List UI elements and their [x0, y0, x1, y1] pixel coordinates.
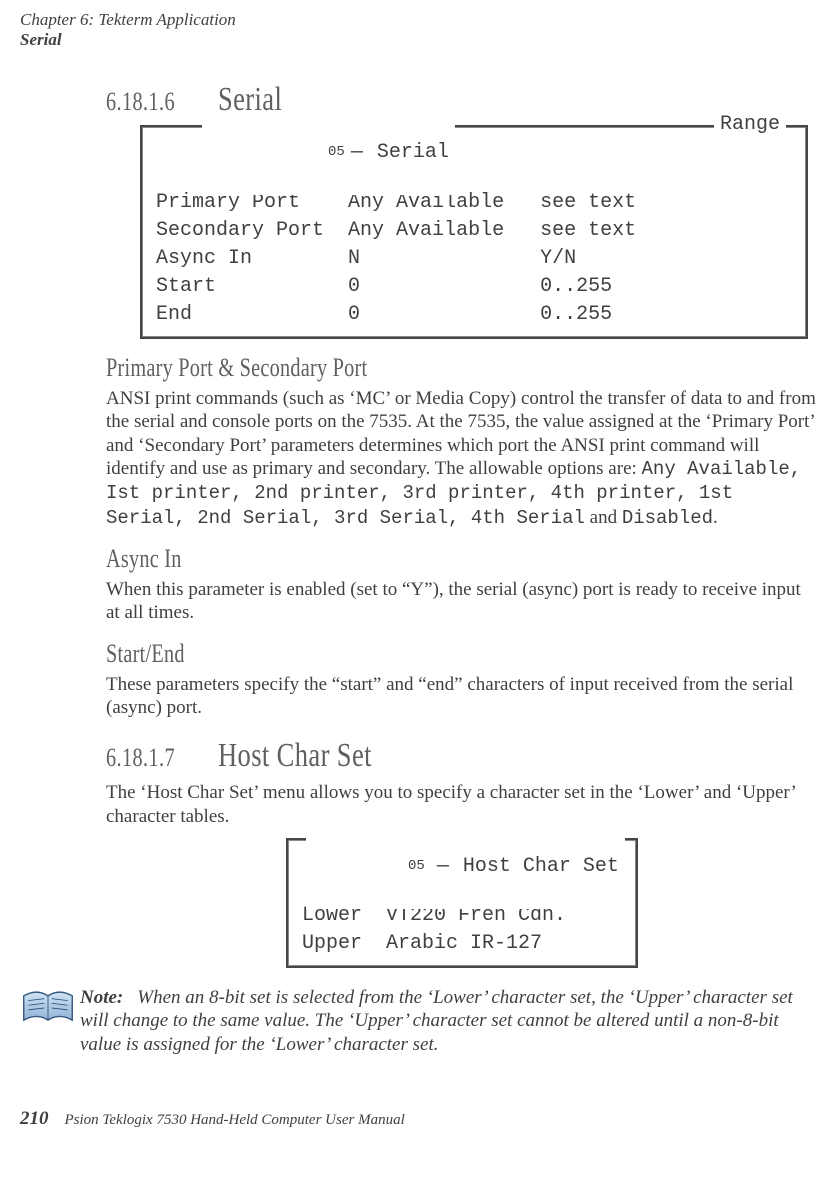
serial-row-1: Secondary Port Any Available see text	[156, 219, 636, 242]
note-row: Note:When an 8-bit set is selected from …	[20, 986, 818, 1056]
serial-box-legend: 05— Serial Range	[142, 111, 806, 195]
book-icon	[20, 988, 80, 1033]
serial-row-3: Start 0 0..255	[156, 275, 612, 298]
serial-row-2: Async In N Y/N	[156, 247, 576, 270]
note-label: Note:	[80, 987, 123, 1008]
host-char-para: The ‘Host Char Set’ menu allows you to s…	[106, 781, 818, 828]
async-in-heading: Async In	[106, 544, 818, 574]
serial-settings-box: 05— Serial Range Primary Port Any Availa…	[140, 125, 808, 339]
primary-secondary-para: ANSI print commands (such as ‘MC’ or Med…	[106, 387, 818, 530]
legend-label: Serial	[377, 141, 449, 164]
serial-line: Serial	[20, 30, 818, 50]
host-char-box: 05 — Host Char Set Lower VT220 Fren Cdn.…	[286, 838, 638, 968]
start-end-heading: Start/End	[106, 639, 818, 669]
running-header: Chapter 6: Tekterm Application Serial	[20, 10, 818, 51]
section-num-2: 6.18.1.7	[106, 743, 175, 773]
legend-num: 05	[328, 144, 345, 160]
async-in-para: When this parameter is enabled (set to “…	[106, 578, 818, 625]
legend-range: Range	[714, 111, 786, 195]
page-footer: 210 Psion Teklogix 7530 Hand-Held Comput…	[20, 1108, 818, 1130]
section-6-18-1-7-title: 6.18.1.7 Host Char Set	[106, 737, 818, 775]
manual-title: Psion Teklogix 7530 Hand-Held Computer U…	[65, 1112, 405, 1129]
host-char-legend: 05 — Host Char Set	[306, 825, 625, 909]
serial-row-4: End 0 0..255	[156, 303, 612, 326]
primary-secondary-heading: Primary Port & Secondary Port	[106, 353, 818, 383]
chapter-line: Chapter 6: Tekterm Application	[20, 10, 818, 30]
note-text: Note:When an 8-bit set is selected from …	[80, 986, 818, 1056]
note-body: When an 8-bit set is selected from the ‘…	[80, 987, 793, 1055]
start-end-para: These parameters specify the “start” and…	[106, 673, 818, 720]
section-name-2: Host Char Set	[218, 737, 372, 775]
page-number: 210	[20, 1108, 49, 1130]
host-char-row-1: Upper Arabic IR-127	[302, 932, 542, 955]
